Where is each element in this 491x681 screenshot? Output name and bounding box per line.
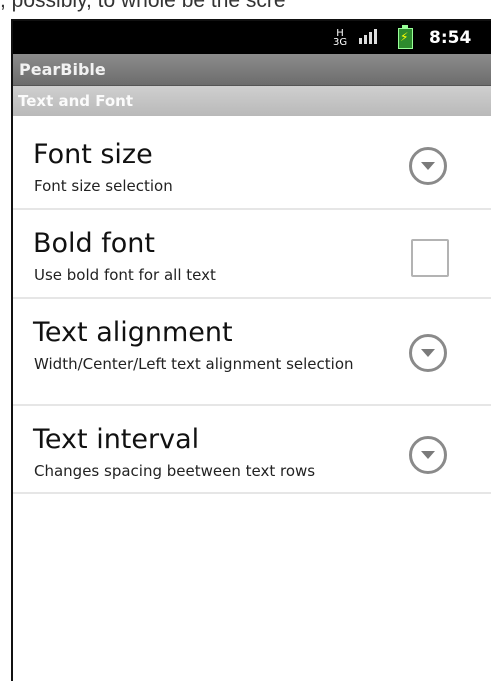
dropdown-arrow-icon[interactable]	[409, 436, 447, 474]
category-label: Text and Font	[18, 92, 134, 110]
dropdown-arrow-icon[interactable]	[409, 334, 447, 372]
pref-text-interval[interactable]: Text interval Changes spacing beetween t…	[13, 406, 491, 494]
phone-screen: H 3G ⚡ 8:54 PearBible Text and Font Font…	[11, 19, 491, 681]
preference-category-header: Text and Font	[13, 86, 491, 116]
pref-summary: Changes spacing beetween text rows	[34, 462, 316, 480]
cropped-top-text: , possibly, to whole be the scre	[0, 0, 491, 20]
pref-summary: Width/Center/Left text alignment selecti…	[34, 355, 354, 373]
status-time: 8:54	[429, 27, 472, 48]
pref-summary: Font size selection	[34, 177, 173, 195]
pref-title: Text alignment	[33, 317, 233, 348]
pref-title: Bold font	[33, 228, 155, 259]
pref-summary: Use bold font for all text	[34, 266, 216, 284]
pref-bold-font[interactable]: Bold font Use bold font for all text	[13, 210, 491, 299]
pref-font-size[interactable]: Font size Font size selection	[13, 116, 491, 210]
pref-title: Font size	[33, 139, 153, 170]
network-type-icon: H 3G	[333, 27, 348, 48]
pref-title: Text interval	[33, 424, 200, 455]
app-title: PearBible	[19, 60, 106, 79]
app-title-bar: PearBible	[13, 54, 491, 86]
pref-text-alignment[interactable]: Text alignment Width/Center/Left text al…	[13, 299, 491, 406]
signal-strength-icon	[359, 21, 383, 54]
status-bar: H 3G ⚡ 8:54	[13, 21, 491, 54]
bold-font-checkbox[interactable]	[411, 239, 449, 277]
dropdown-arrow-icon[interactable]	[409, 147, 447, 185]
